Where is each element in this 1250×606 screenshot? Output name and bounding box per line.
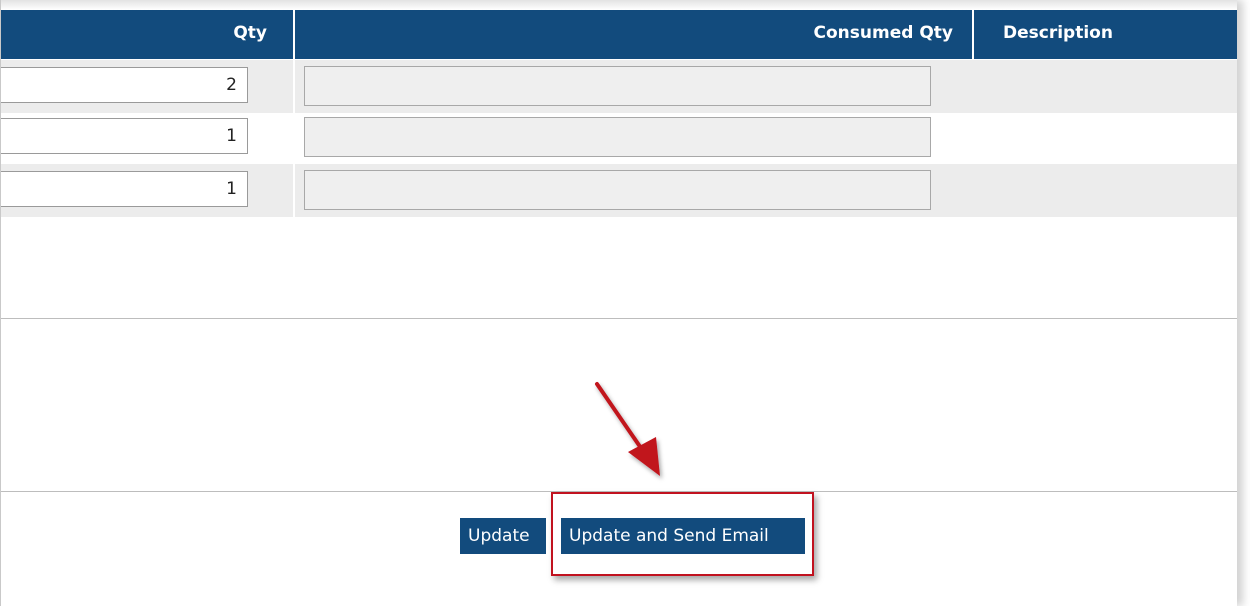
annotation-arrow-icon: [595, 382, 660, 476]
form-panel: Qty Consumed Qty Description 2 1 1 Updat…: [0, 0, 1237, 606]
